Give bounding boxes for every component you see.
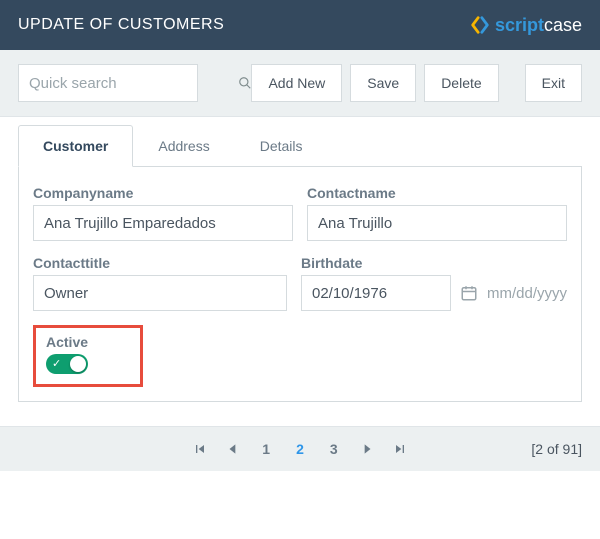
calendar-icon[interactable] <box>459 284 479 302</box>
tabs: Customer Address Details <box>18 125 582 167</box>
prev-page-button[interactable] <box>226 442 240 456</box>
active-toggle[interactable]: ✓ <box>46 354 88 374</box>
logo-chevrons-icon <box>469 14 491 36</box>
delete-button[interactable]: Delete <box>424 64 498 102</box>
page-info: [2 of 91] <box>531 441 582 457</box>
contacttitle-input[interactable] <box>33 275 287 311</box>
toolbar: Add New Save Delete Exit <box>0 50 600 117</box>
companyname-label: Companyname <box>33 185 293 201</box>
contacttitle-label: Contacttitle <box>33 255 287 271</box>
birthdate-label: Birthdate <box>301 255 567 271</box>
birthdate-input[interactable] <box>301 275 451 311</box>
check-icon: ✓ <box>52 359 61 370</box>
toggle-knob <box>70 356 86 372</box>
first-page-button[interactable] <box>192 441 208 457</box>
tab-customer[interactable]: Customer <box>18 125 133 167</box>
page-2-current[interactable]: 2 <box>292 441 308 457</box>
next-page-button[interactable] <box>360 442 374 456</box>
content: Customer Address Details Companyname Con… <box>0 117 600 402</box>
contactname-label: Contactname <box>307 185 567 201</box>
logo-text: scriptcase <box>495 15 582 36</box>
page-3[interactable]: 3 <box>326 441 342 457</box>
active-highlight-box: Active ✓ <box>33 325 143 387</box>
form-card: Companyname Contactname Contacttitle Bir… <box>18 167 582 402</box>
exit-button[interactable]: Exit <box>525 64 582 102</box>
last-page-button[interactable] <box>392 441 408 457</box>
brand-logo: scriptcase <box>469 14 582 36</box>
search-icon[interactable] <box>238 65 252 101</box>
search-box[interactable] <box>18 64 198 102</box>
page-1[interactable]: 1 <box>258 441 274 457</box>
page-title: UPDATE OF CUSTOMERS <box>18 16 224 34</box>
companyname-input[interactable] <box>33 205 293 241</box>
contactname-input[interactable] <box>307 205 567 241</box>
app-header: UPDATE OF CUSTOMERS scriptcase <box>0 0 600 50</box>
active-label: Active <box>46 334 130 350</box>
tab-details[interactable]: Details <box>235 125 328 167</box>
tab-address[interactable]: Address <box>133 125 234 167</box>
search-input[interactable] <box>19 65 238 101</box>
add-new-button[interactable]: Add New <box>251 64 342 102</box>
pager-bar: 1 2 3 [2 of 91] <box>0 426 600 471</box>
birthdate-format-hint: mm/dd/yyyy <box>487 285 567 302</box>
save-button[interactable]: Save <box>350 64 416 102</box>
